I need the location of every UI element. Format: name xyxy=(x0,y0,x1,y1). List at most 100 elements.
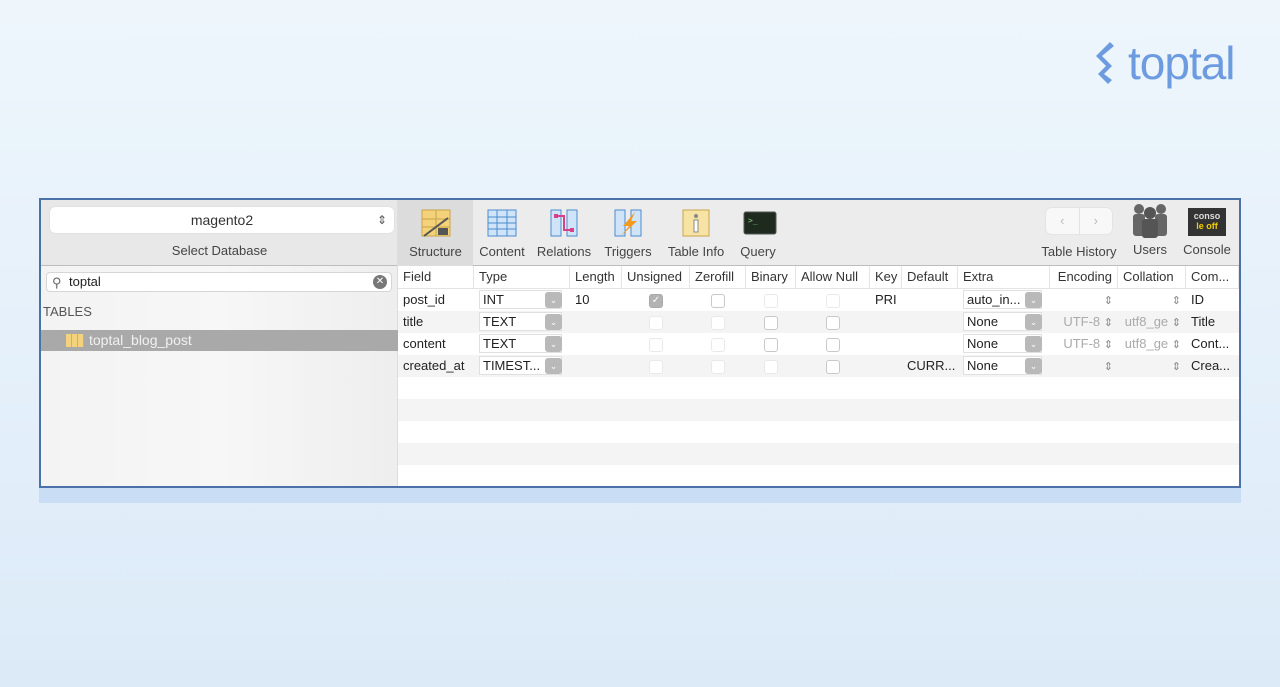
default-cell[interactable] xyxy=(902,289,958,311)
binary-cell[interactable] xyxy=(746,355,796,377)
extra-cell[interactable]: None ⌄ xyxy=(958,333,1050,355)
type-cell[interactable]: TEXT ⌄ xyxy=(474,333,570,355)
comment-cell[interactable]: Title xyxy=(1186,311,1239,333)
zerofill-cell[interactable] xyxy=(690,289,746,311)
zerofill-cell[interactable] xyxy=(690,333,746,355)
col-type[interactable]: Type xyxy=(474,266,570,288)
zerofill-checkbox[interactable] xyxy=(711,293,725,308)
default-cell[interactable] xyxy=(902,333,958,355)
tab-relations[interactable]: Relations xyxy=(531,200,597,266)
type-cell[interactable]: INT ⌄ xyxy=(474,289,570,311)
unsigned-cell[interactable] xyxy=(622,355,690,377)
table-row[interactable]: content TEXT ⌄ None ⌄ UTF-8 ⇕ utf8_ge ⇕ Cont... xyxy=(398,333,1239,355)
col-default[interactable]: Default xyxy=(902,266,958,288)
tab-structure[interactable]: Structure xyxy=(398,200,473,266)
col-encoding[interactable]: Encoding xyxy=(1050,266,1118,288)
col-key[interactable]: Key xyxy=(870,266,902,288)
key-cell[interactable]: PRI xyxy=(870,289,902,311)
type-select[interactable]: TEXT ⌄ xyxy=(479,312,562,331)
zerofill-cell[interactable] xyxy=(690,311,746,333)
forward-button[interactable]: › xyxy=(1080,208,1113,234)
encoding-cell[interactable]: ⇕ xyxy=(1050,289,1118,311)
zerofill-checkbox[interactable] xyxy=(711,359,725,374)
type-select[interactable]: TEXT ⌄ xyxy=(479,334,562,353)
extra-cell[interactable]: auto_in... ⌄ xyxy=(958,289,1050,311)
col-zerofill[interactable]: Zerofill xyxy=(690,266,746,288)
unsigned-checkbox[interactable]: ✓ xyxy=(649,293,663,308)
tab-query[interactable]: >_ Query xyxy=(733,200,783,266)
length-cell[interactable] xyxy=(570,311,622,333)
unsigned-checkbox[interactable] xyxy=(649,359,663,374)
table-item[interactable]: toptal_blog_post xyxy=(41,330,398,351)
allow-null-cell[interactable] xyxy=(796,355,870,377)
length-cell[interactable] xyxy=(570,355,622,377)
collation-cell[interactable]: utf8_ge ⇕ xyxy=(1118,333,1186,355)
tab-triggers[interactable]: Triggers xyxy=(597,200,659,266)
encoding-cell[interactable]: ⇕ xyxy=(1050,355,1118,377)
default-cell[interactable] xyxy=(902,311,958,333)
table-row[interactable]: post_id INT ⌄ 10 ✓ PRI auto_in... ⌄ ⇕ ⇕ ID xyxy=(398,289,1239,311)
unsigned-cell[interactable]: ✓ xyxy=(622,289,690,311)
table-search-input[interactable]: ⚲ toptal ✕ xyxy=(46,272,392,292)
length-cell[interactable] xyxy=(570,333,622,355)
allow-null-checkbox[interactable] xyxy=(826,315,840,330)
collation-cell[interactable]: ⇕ xyxy=(1118,289,1186,311)
zerofill-checkbox[interactable] xyxy=(711,337,725,352)
comment-cell[interactable]: ID xyxy=(1186,289,1239,311)
allow-null-checkbox[interactable] xyxy=(826,359,840,374)
extra-select[interactable]: None ⌄ xyxy=(963,356,1042,375)
extra-select[interactable]: None ⌄ xyxy=(963,312,1042,331)
col-collation[interactable]: Collation xyxy=(1118,266,1186,288)
zerofill-checkbox[interactable] xyxy=(711,315,725,330)
col-length[interactable]: Length xyxy=(570,266,622,288)
clear-search-icon[interactable]: ✕ xyxy=(373,275,387,289)
collation-cell[interactable]: ⇕ xyxy=(1118,355,1186,377)
zerofill-cell[interactable] xyxy=(690,355,746,377)
users-button[interactable]: Users xyxy=(1125,200,1175,266)
unsigned-checkbox[interactable] xyxy=(649,337,663,352)
extra-select[interactable]: auto_in... ⌄ xyxy=(963,290,1042,309)
back-button[interactable]: ‹ xyxy=(1046,208,1080,234)
allow-null-checkbox[interactable] xyxy=(826,337,840,352)
type-select[interactable]: TIMEST... ⌄ xyxy=(479,356,562,375)
encoding-cell[interactable]: UTF-8 ⇕ xyxy=(1050,333,1118,355)
extra-select[interactable]: None ⌄ xyxy=(963,334,1042,353)
allow-null-cell[interactable] xyxy=(796,333,870,355)
comment-cell[interactable]: Crea... xyxy=(1186,355,1239,377)
key-cell[interactable] xyxy=(870,355,902,377)
key-cell[interactable] xyxy=(870,333,902,355)
unsigned-checkbox[interactable] xyxy=(649,315,663,330)
field-cell[interactable]: created_at xyxy=(398,355,474,377)
col-comment[interactable]: Com... xyxy=(1186,266,1239,288)
comment-cell[interactable]: Cont... xyxy=(1186,333,1239,355)
allow-null-checkbox[interactable] xyxy=(826,293,840,308)
extra-cell[interactable]: None ⌄ xyxy=(958,355,1050,377)
collation-cell[interactable]: utf8_ge ⇕ xyxy=(1118,311,1186,333)
allow-null-cell[interactable] xyxy=(796,289,870,311)
col-allow-null[interactable]: Allow Null xyxy=(796,266,870,288)
binary-cell[interactable] xyxy=(746,333,796,355)
tab-table-info[interactable]: Table Info xyxy=(659,200,733,266)
extra-cell[interactable]: None ⌄ xyxy=(958,311,1050,333)
unsigned-cell[interactable] xyxy=(622,311,690,333)
col-extra[interactable]: Extra xyxy=(958,266,1050,288)
col-field[interactable]: Field xyxy=(398,266,474,288)
key-cell[interactable] xyxy=(870,311,902,333)
encoding-cell[interactable]: UTF-8 ⇕ xyxy=(1050,311,1118,333)
table-row[interactable]: title TEXT ⌄ None ⌄ UTF-8 ⇕ utf8_ge ⇕ Title xyxy=(398,311,1239,333)
col-binary[interactable]: Binary xyxy=(746,266,796,288)
type-cell[interactable]: TIMEST... ⌄ xyxy=(474,355,570,377)
binary-checkbox[interactable] xyxy=(764,315,778,330)
binary-cell[interactable] xyxy=(746,289,796,311)
col-unsigned[interactable]: Unsigned xyxy=(622,266,690,288)
field-cell[interactable]: post_id xyxy=(398,289,474,311)
type-cell[interactable]: TEXT ⌄ xyxy=(474,311,570,333)
binary-checkbox[interactable] xyxy=(764,359,778,374)
field-cell[interactable]: title xyxy=(398,311,474,333)
binary-cell[interactable] xyxy=(746,311,796,333)
tab-content[interactable]: Content xyxy=(473,200,531,266)
unsigned-cell[interactable] xyxy=(622,333,690,355)
console-button[interactable]: conso le off Console xyxy=(1178,200,1236,266)
allow-null-cell[interactable] xyxy=(796,311,870,333)
field-cell[interactable]: content xyxy=(398,333,474,355)
